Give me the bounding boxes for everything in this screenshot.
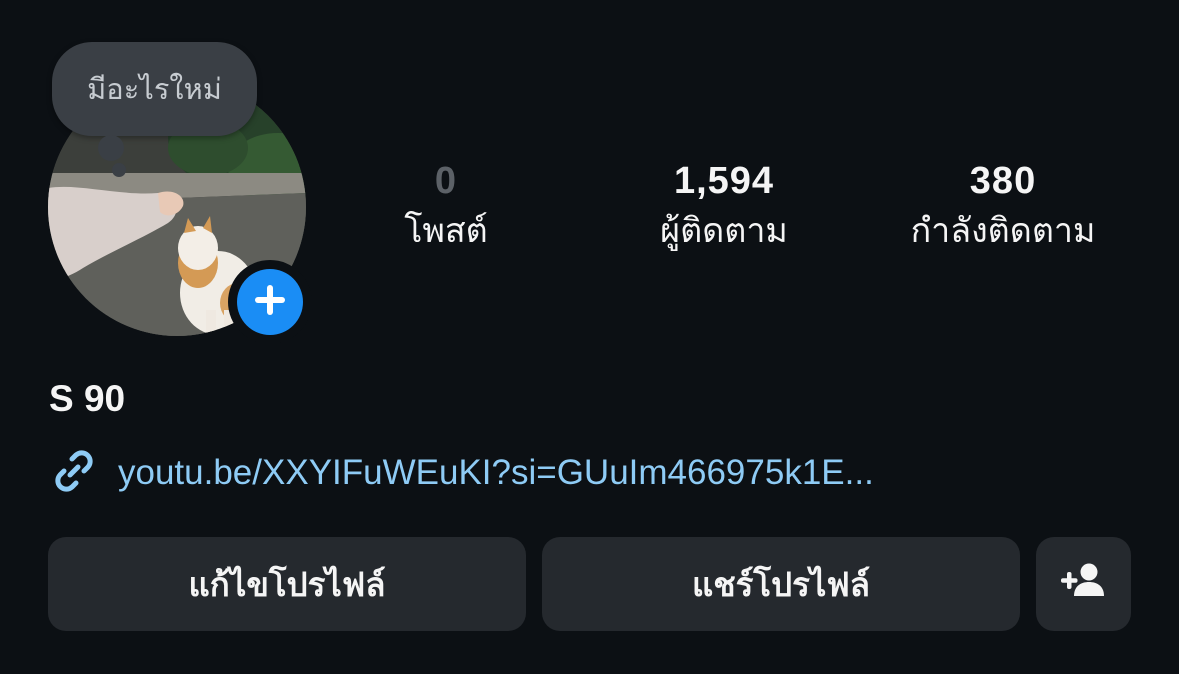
add-story-button[interactable]	[228, 260, 312, 344]
link-icon	[48, 445, 100, 501]
add-person-icon	[1060, 562, 1107, 606]
share-profile-label: แชร์โปรไฟล์	[692, 564, 870, 604]
share-profile-button[interactable]: แชร์โปรไฟล์	[542, 537, 1020, 631]
display-name: S 90	[49, 378, 126, 419]
edit-profile-button[interactable]: แก้ไขโปรไฟล์	[48, 537, 526, 631]
link-text[interactable]: youtu.be/XXYIFuWEuKI?si=GUuIm466975k1E..…	[118, 453, 874, 493]
note-bubble[interactable]: มีอะไรใหม่	[52, 42, 257, 136]
discover-people-button[interactable]	[1036, 537, 1131, 631]
posts-count: 0	[434, 160, 458, 202]
note-text: มีอะไรใหม่	[87, 72, 222, 106]
stat-following[interactable]: 380 กำลังติดตาม	[873, 158, 1133, 256]
following-label: กำลังติดตาม	[910, 211, 1096, 251]
followers-count: 1,594	[673, 160, 775, 202]
plus-icon	[253, 283, 287, 321]
followers-label: ผู้ติดตาม	[660, 211, 788, 251]
edit-profile-label: แก้ไขโปรไฟล์	[188, 564, 386, 604]
note-bubble-tail-small	[112, 163, 126, 177]
stat-posts[interactable]: 0 โพสต์	[316, 158, 576, 256]
profile-link[interactable]: youtu.be/XXYIFuWEuKI?si=GUuIm466975k1E..…	[48, 446, 874, 500]
profile-header: มีอะไรใหม่ 0 โพสต์ 1,594 ผู้ติดตาม 380 ก…	[0, 0, 1179, 674]
following-count: 380	[969, 160, 1037, 202]
stat-followers[interactable]: 1,594 ผู้ติดตาม	[594, 158, 854, 256]
posts-label: โพสต์	[404, 211, 488, 251]
note-bubble-tail	[98, 135, 124, 161]
